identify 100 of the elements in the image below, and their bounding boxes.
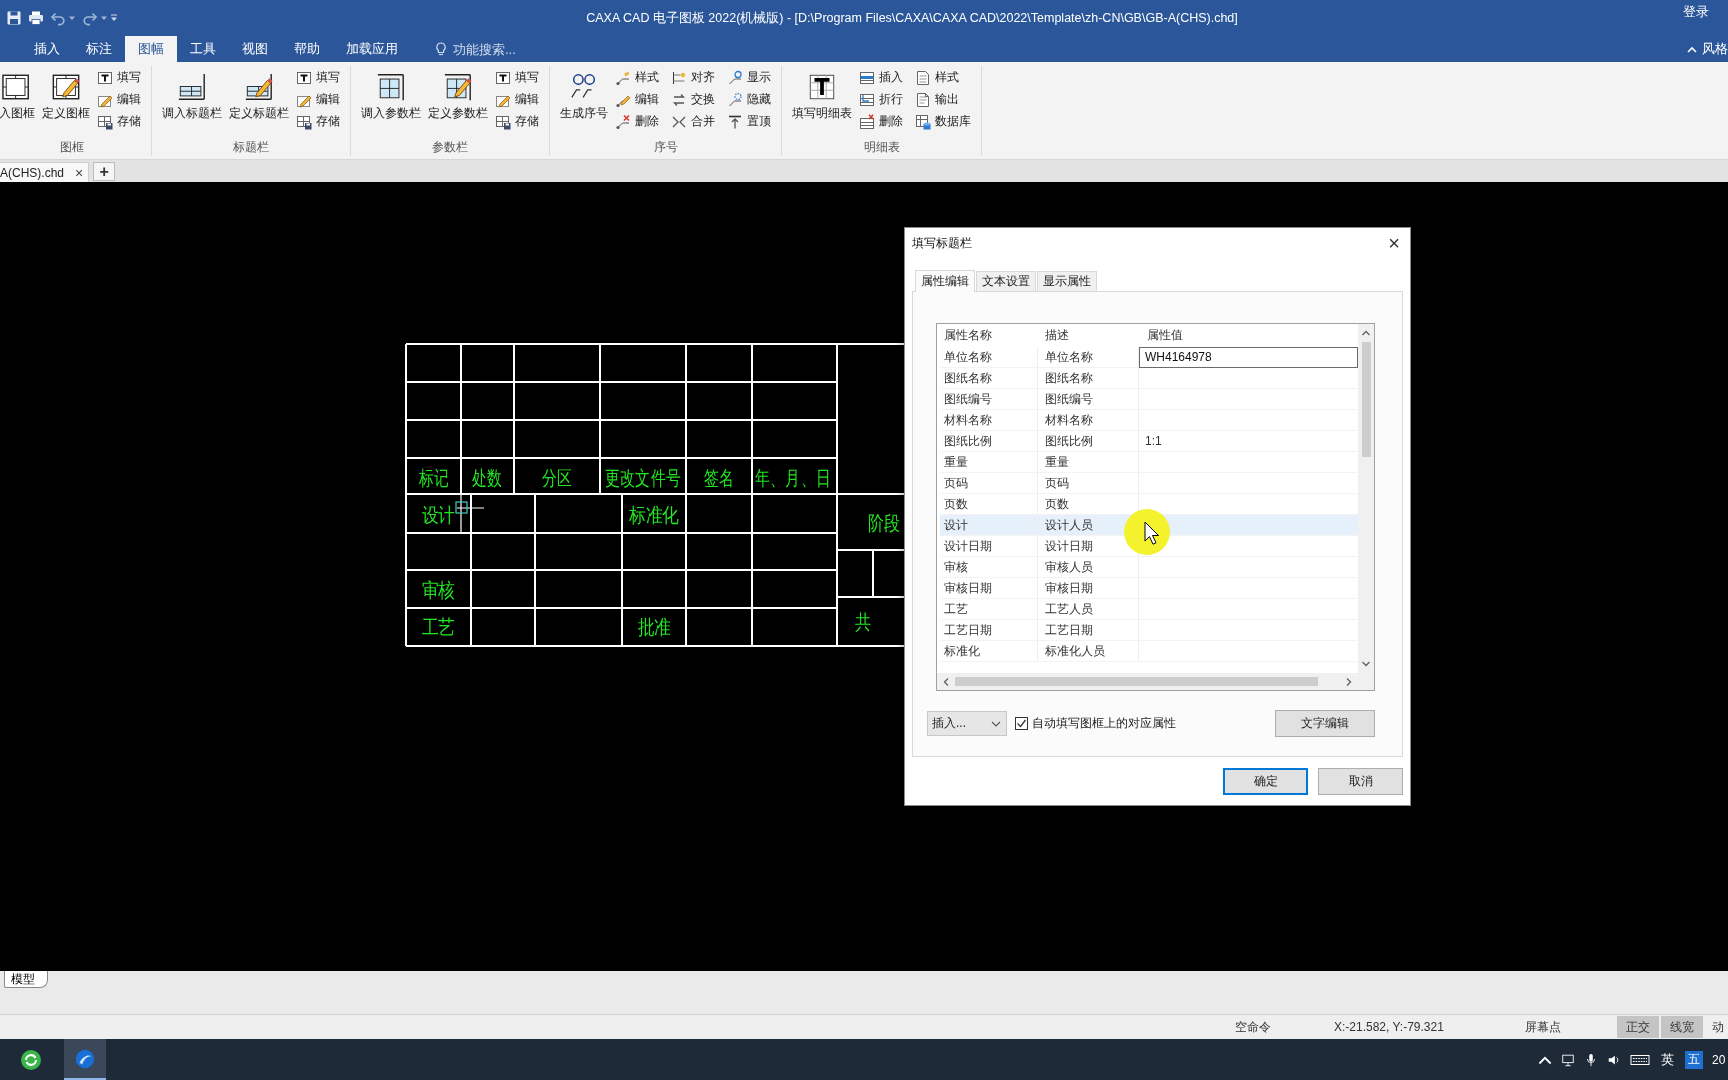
style-button[interactable]: 风格	[1687, 36, 1728, 62]
input-mode-button[interactable]: 五	[1685, 1050, 1703, 1069]
undo-icon[interactable]	[50, 10, 66, 26]
ribbon-button[interactable]: 置顶	[725, 112, 773, 131]
status-toggle[interactable]: 动	[1712, 1016, 1724, 1038]
property-row[interactable]: 图纸比例 图纸比例 1:1	[940, 431, 1358, 452]
ribbon-button[interactable]: 交换	[669, 90, 717, 109]
ribbon-button[interactable]: 折行	[857, 90, 905, 109]
ribbon-button[interactable]: 编辑	[95, 90, 143, 109]
chevron-down-icon	[991, 720, 1001, 727]
table-disk-icon	[97, 113, 113, 130]
ribbon-button[interactable]: 生成序号	[558, 68, 610, 124]
property-row[interactable]: 审核 审核人员	[940, 557, 1358, 578]
ribbon-tab[interactable]: 插入	[21, 36, 73, 62]
table-cell: 页码	[1038, 473, 1139, 493]
dialog-tab[interactable]: 文本设置	[976, 271, 1036, 291]
text-edit-button[interactable]: 文字编辑	[1275, 710, 1375, 737]
search-field[interactable]: 功能搜索...	[447, 36, 549, 62]
ribbon-button[interactable]: 显示	[725, 68, 773, 87]
status-text: 空命令	[1235, 1018, 1272, 1036]
dialog-tab[interactable]: 属性编辑	[915, 270, 975, 292]
ribbon-button[interactable]: 输出	[913, 90, 973, 109]
taskbar-app-button[interactable]	[64, 1039, 106, 1080]
new-tab-button[interactable]: +	[93, 162, 116, 181]
microphone-icon[interactable]	[1584, 1052, 1598, 1067]
ribbon-tab[interactable]: 加载应用	[333, 36, 411, 62]
ribbon-button[interactable]: 删除	[613, 112, 661, 131]
ribbon-button[interactable]: 样式	[913, 68, 973, 87]
property-row[interactable]: 重量 重量	[940, 452, 1358, 473]
property-row[interactable]: 工艺日期 工艺日期	[940, 620, 1358, 641]
login-button[interactable]: 登录	[1664, 3, 1728, 21]
property-row[interactable]: 标准化 标准化人员	[940, 641, 1358, 662]
layout-tab[interactable]: 模型	[4, 971, 48, 988]
ribbon-button[interactable]: 数据库	[913, 112, 973, 131]
scroll-down-icon[interactable]	[1361, 660, 1371, 668]
ribbon-button[interactable]: 调入标题栏	[160, 68, 224, 124]
property-row[interactable]: 工艺 工艺人员	[940, 599, 1358, 620]
ribbon-tab[interactable]: 视图	[229, 36, 281, 62]
ribbon-button[interactable]: 填写	[95, 68, 143, 87]
printer-icon[interactable]	[28, 10, 44, 26]
ribbon-button[interactable]: 合并	[669, 112, 717, 131]
scroll-right-icon[interactable]	[1345, 676, 1353, 687]
value-input[interactable]: WH4164978	[1139, 346, 1358, 368]
ribbon-button[interactable]: 存储	[493, 112, 541, 131]
ribbon-button[interactable]: 定义图框	[40, 68, 92, 124]
property-row[interactable]: 材料名称 材料名称	[940, 410, 1358, 431]
drawing-text: 阶段	[868, 511, 900, 535]
cancel-button[interactable]: 取消	[1318, 768, 1403, 795]
ribbon-button[interactable]: 存储	[95, 112, 143, 131]
ribbon-button[interactable]: 定义参数栏	[426, 68, 490, 124]
table-cell: 图纸比例	[1038, 431, 1139, 451]
insert-dropdown[interactable]: 插入...	[927, 711, 1007, 736]
ribbon-tab[interactable]: 帮助	[281, 36, 333, 62]
drawing-text: 标准化	[629, 503, 679, 527]
status-toggle[interactable]: 正交	[1617, 1016, 1659, 1038]
ribbon-button[interactable]: 样式	[613, 68, 661, 87]
checkbox-label: 自动填写图框上的对应属性	[1032, 715, 1176, 732]
table-cell: 图纸编号	[1038, 389, 1139, 409]
close-button[interactable]: ×	[1378, 228, 1410, 258]
ribbon-button[interactable]: 删除	[857, 112, 905, 131]
ribbon-button[interactable]: 插入	[857, 68, 905, 87]
scrollbar-thumb[interactable]	[1361, 342, 1371, 457]
table-cell: 页数	[940, 494, 1038, 514]
property-row[interactable]: 页码 页码	[940, 473, 1358, 494]
ribbon-button[interactable]: 隐藏	[725, 90, 773, 109]
ribbon-button[interactable]: 填写明细表	[790, 68, 854, 124]
ribbon-tab[interactable]: 工具	[177, 36, 229, 62]
ribbon-button[interactable]: 编辑	[493, 90, 541, 109]
property-row[interactable]: 单位名称 单位名称 WH4164978	[940, 347, 1358, 368]
ribbon-button[interactable]: 编辑	[613, 90, 661, 109]
title-block-icon	[177, 72, 207, 102]
language-button[interactable]: 英	[1659, 1050, 1676, 1069]
property-row[interactable]: 图纸编号 图纸编号	[940, 389, 1358, 410]
scroll-left-icon[interactable]	[942, 676, 950, 687]
property-row[interactable]: 审核日期 审核日期	[940, 578, 1358, 599]
ok-button[interactable]: 确定	[1223, 768, 1308, 795]
customize-icon[interactable]	[110, 14, 118, 22]
ribbon-button[interactable]: 存储	[294, 112, 342, 131]
monitor-icon[interactable]	[1561, 1052, 1575, 1067]
checkbox[interactable]	[1015, 717, 1028, 730]
dialog-tab[interactable]: 显示属性	[1037, 271, 1097, 291]
ribbon-button[interactable]: 填写	[493, 68, 541, 87]
ribbon-button[interactable]: 入图框	[0, 68, 37, 124]
caret-icon[interactable]	[100, 14, 108, 22]
close-tab-button[interactable]: ×	[72, 164, 87, 181]
redo-icon[interactable]	[82, 10, 98, 26]
caret-icon[interactable]	[68, 14, 76, 22]
ribbon-button[interactable]: 填写	[294, 68, 342, 87]
scroll-up-icon[interactable]	[1361, 329, 1371, 337]
ribbon-button[interactable]: 调入参数栏	[359, 68, 423, 124]
round-logo-icon[interactable]	[20, 1048, 42, 1071]
ribbon-tab[interactable]: 标注	[73, 36, 125, 62]
ribbon-button[interactable]: 对齐	[669, 68, 717, 87]
scrollbar-thumb[interactable]	[955, 677, 1318, 686]
ribbon-button[interactable]: 定义标题栏	[227, 68, 291, 124]
document-tab[interactable]: A(CHS).chd ×	[0, 162, 90, 182]
property-row[interactable]: 图纸名称 图纸名称	[940, 368, 1358, 389]
ribbon-button[interactable]: 编辑	[294, 90, 342, 109]
ribbon-tab[interactable]: 图幅	[125, 36, 177, 62]
status-toggle[interactable]: 线宽	[1661, 1016, 1703, 1038]
